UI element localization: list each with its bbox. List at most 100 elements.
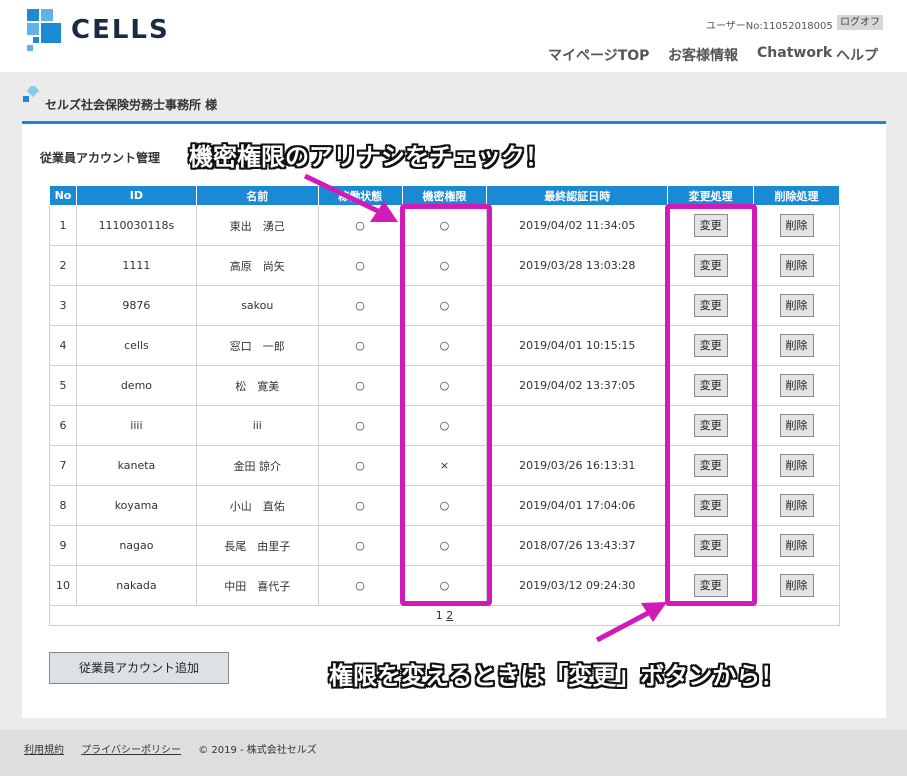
cell-status: ○: [317, 285, 403, 326]
cell-name: 中田 喜代子: [195, 565, 319, 606]
delete-cell: 削除: [753, 485, 840, 526]
delete-cell: 削除: [753, 445, 840, 486]
delete-button[interactable]: 削除: [779, 254, 814, 277]
delete-cell: 削除: [753, 205, 840, 246]
delete-button[interactable]: 削除: [779, 294, 814, 317]
cell-last-auth: 2019/03/26 16:13:31: [486, 445, 669, 486]
footer-links: 利用規約 プライバシーポリシー © 2019 - 株式会社セルズ: [24, 741, 317, 756]
cell-name: 小山 直佑: [195, 485, 319, 526]
cell-status: ○: [317, 485, 403, 526]
cell-status: ○: [317, 245, 403, 286]
cell-id: nakada: [75, 565, 197, 606]
delete-cell: 削除: [753, 285, 840, 326]
terms-link[interactable]: 利用規約: [24, 745, 64, 756]
header-no: No: [49, 185, 77, 206]
delete-cell: 削除: [753, 325, 840, 366]
callout-top: 機密権限のアリナシをチェック！: [189, 143, 549, 171]
privacy-link[interactable]: プライバシーポリシー: [81, 745, 181, 756]
delete-button[interactable]: 削除: [779, 454, 814, 477]
header-edit: 変更処理: [667, 185, 755, 206]
header-last-auth: 最終認証日時: [486, 185, 669, 206]
cell-id: iiii: [75, 405, 197, 446]
cell-id: 1110030118s: [75, 205, 197, 246]
header-secret: 機密権限: [401, 185, 488, 206]
cell-no: 6: [49, 405, 77, 446]
diamond-icon: [23, 86, 40, 102]
cell-no: 1: [49, 205, 77, 246]
nav-help[interactable]: ヘルプ: [836, 45, 878, 65]
cell-name: iii: [195, 405, 319, 446]
pager-next-link[interactable]: 2: [446, 609, 453, 622]
cell-name: 東出 湧己: [195, 205, 319, 246]
cell-id: koyama: [75, 485, 197, 526]
delete-button[interactable]: 削除: [779, 574, 814, 597]
delete-button[interactable]: 削除: [779, 334, 814, 357]
section-title: 従業員アカウント管理: [40, 151, 161, 165]
cell-last-auth: 2018/07/26 13:43:37: [486, 525, 669, 566]
delete-button[interactable]: 削除: [779, 374, 814, 397]
logoff-button[interactable]: ログオフ: [837, 15, 883, 30]
delete-cell: 削除: [753, 365, 840, 406]
logo-text: CELLS: [71, 15, 170, 45]
cell-id: demo: [75, 365, 197, 406]
nav-mypage-top[interactable]: マイページTOP: [548, 45, 649, 65]
delete-cell: 削除: [753, 405, 840, 446]
pager-current: 1: [435, 609, 443, 622]
cell-id: cells: [75, 325, 197, 366]
delete-cell: 削除: [753, 525, 840, 566]
cell-no: 3: [49, 285, 77, 326]
cell-last-auth: [486, 405, 669, 446]
cell-no: 9: [49, 525, 77, 566]
cell-name: 高原 尚矢: [195, 245, 319, 286]
cell-id: 1111: [75, 245, 197, 286]
cell-status: ○: [317, 325, 403, 366]
cell-status: ○: [317, 525, 403, 566]
cell-last-auth: 2019/03/28 13:03:28: [486, 245, 669, 286]
cell-status: ○: [317, 405, 403, 446]
header-status: 稼働状態: [317, 185, 403, 206]
cell-no: 10: [49, 565, 77, 606]
cell-name: 窓口 一郎: [195, 325, 319, 366]
delete-cell: 削除: [753, 245, 840, 286]
cell-no: 8: [49, 485, 77, 526]
header-name: 名前: [195, 185, 319, 206]
callout-bottom: 権限を変えるときは「変更」ボタンから！: [329, 662, 785, 690]
cell-no: 2: [49, 245, 77, 286]
cell-status: ○: [317, 565, 403, 606]
cell-name: 松 寛美: [195, 365, 319, 406]
delete-button[interactable]: 削除: [779, 494, 814, 517]
delete-button[interactable]: 削除: [779, 534, 814, 557]
cell-last-auth: 2019/04/01 10:15:15: [486, 325, 669, 366]
delete-cell: 削除: [753, 565, 840, 606]
pager-row: 1 2: [49, 605, 840, 626]
cell-status: ○: [317, 365, 403, 406]
pager: 1 2: [49, 605, 840, 626]
cell-last-auth: 2019/03/12 09:24:30: [486, 565, 669, 606]
header-delete: 削除処理: [753, 185, 840, 206]
delete-button[interactable]: 削除: [779, 414, 814, 437]
nav-chatwork[interactable]: Chatwork: [757, 45, 832, 61]
table-header-row: No ID 名前 稼働状態 機密権限 最終認証日時 変更処理 削除処理: [49, 185, 840, 206]
company-name: セルズ社会保険労務士事務所 様: [45, 98, 218, 112]
cell-id: 9876: [75, 285, 197, 326]
header: CELLS ユーザーNo:11052018005 ログオフ マイページTOP お…: [0, 0, 907, 72]
cell-status: ○: [317, 445, 403, 486]
copyright: © 2019 - 株式会社セルズ: [198, 745, 317, 756]
cell-last-auth: [486, 285, 669, 326]
user-number: ユーザーNo:11052018005: [706, 21, 833, 32]
cell-name: 長尾 由里子: [195, 525, 319, 566]
cell-id: kaneta: [75, 445, 197, 486]
cell-no: 4: [49, 325, 77, 366]
cell-last-auth: 2019/04/02 13:37:05: [486, 365, 669, 406]
cell-name: sakou: [195, 285, 319, 326]
cell-no: 5: [49, 365, 77, 406]
delete-button[interactable]: 削除: [779, 214, 814, 237]
add-employee-account-button[interactable]: 従業員アカウント追加: [49, 652, 229, 684]
cell-no: 7: [49, 445, 77, 486]
cell-last-auth: 2019/04/02 11:34:05: [486, 205, 669, 246]
secret-column-highlight: [400, 204, 492, 606]
header-id: ID: [75, 185, 197, 206]
cell-name: 金田 諒介: [195, 445, 319, 486]
cell-id: nagao: [75, 525, 197, 566]
nav-customer-info[interactable]: お客様情報: [668, 45, 738, 65]
